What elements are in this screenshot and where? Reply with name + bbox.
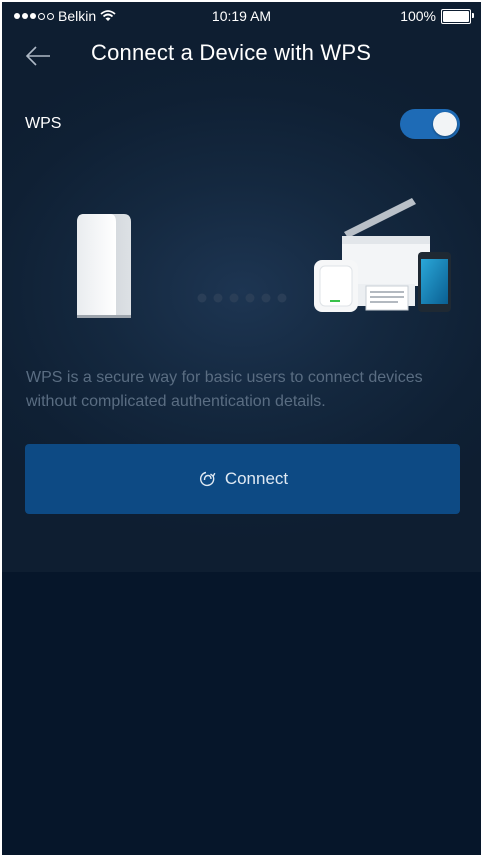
connection-dots bbox=[197, 293, 287, 303]
wps-illustration bbox=[77, 198, 451, 318]
wps-toggle-label: WPS bbox=[25, 115, 62, 132]
toggle-knob bbox=[433, 112, 457, 136]
status-right: 100% bbox=[400, 8, 474, 24]
wps-panel: Belkin 10:19 AM 100% Connect a Device wi… bbox=[2, 2, 481, 572]
app-screen: Belkin 10:19 AM 100% Connect a Device wi… bbox=[2, 2, 481, 855]
wps-description: WPS is a secure way for basic users to c… bbox=[26, 369, 423, 410]
connect-button-label: Connect bbox=[224, 469, 289, 488]
battery-percentage: 100% bbox=[400, 8, 436, 24]
range-extender-icon bbox=[314, 260, 358, 312]
status-bar: Belkin 10:19 AM 100% bbox=[2, 2, 481, 30]
back-arrow-icon[interactable] bbox=[24, 42, 52, 70]
battery-icon bbox=[441, 8, 474, 24]
connect-button[interactable]: Connect bbox=[25, 444, 460, 514]
smartphone-icon bbox=[418, 252, 451, 312]
router-icon bbox=[77, 214, 131, 318]
wps-toggle[interactable] bbox=[400, 109, 460, 139]
page-title: Connect a Device with WPS bbox=[91, 40, 372, 65]
wps-icon bbox=[199, 471, 216, 487]
